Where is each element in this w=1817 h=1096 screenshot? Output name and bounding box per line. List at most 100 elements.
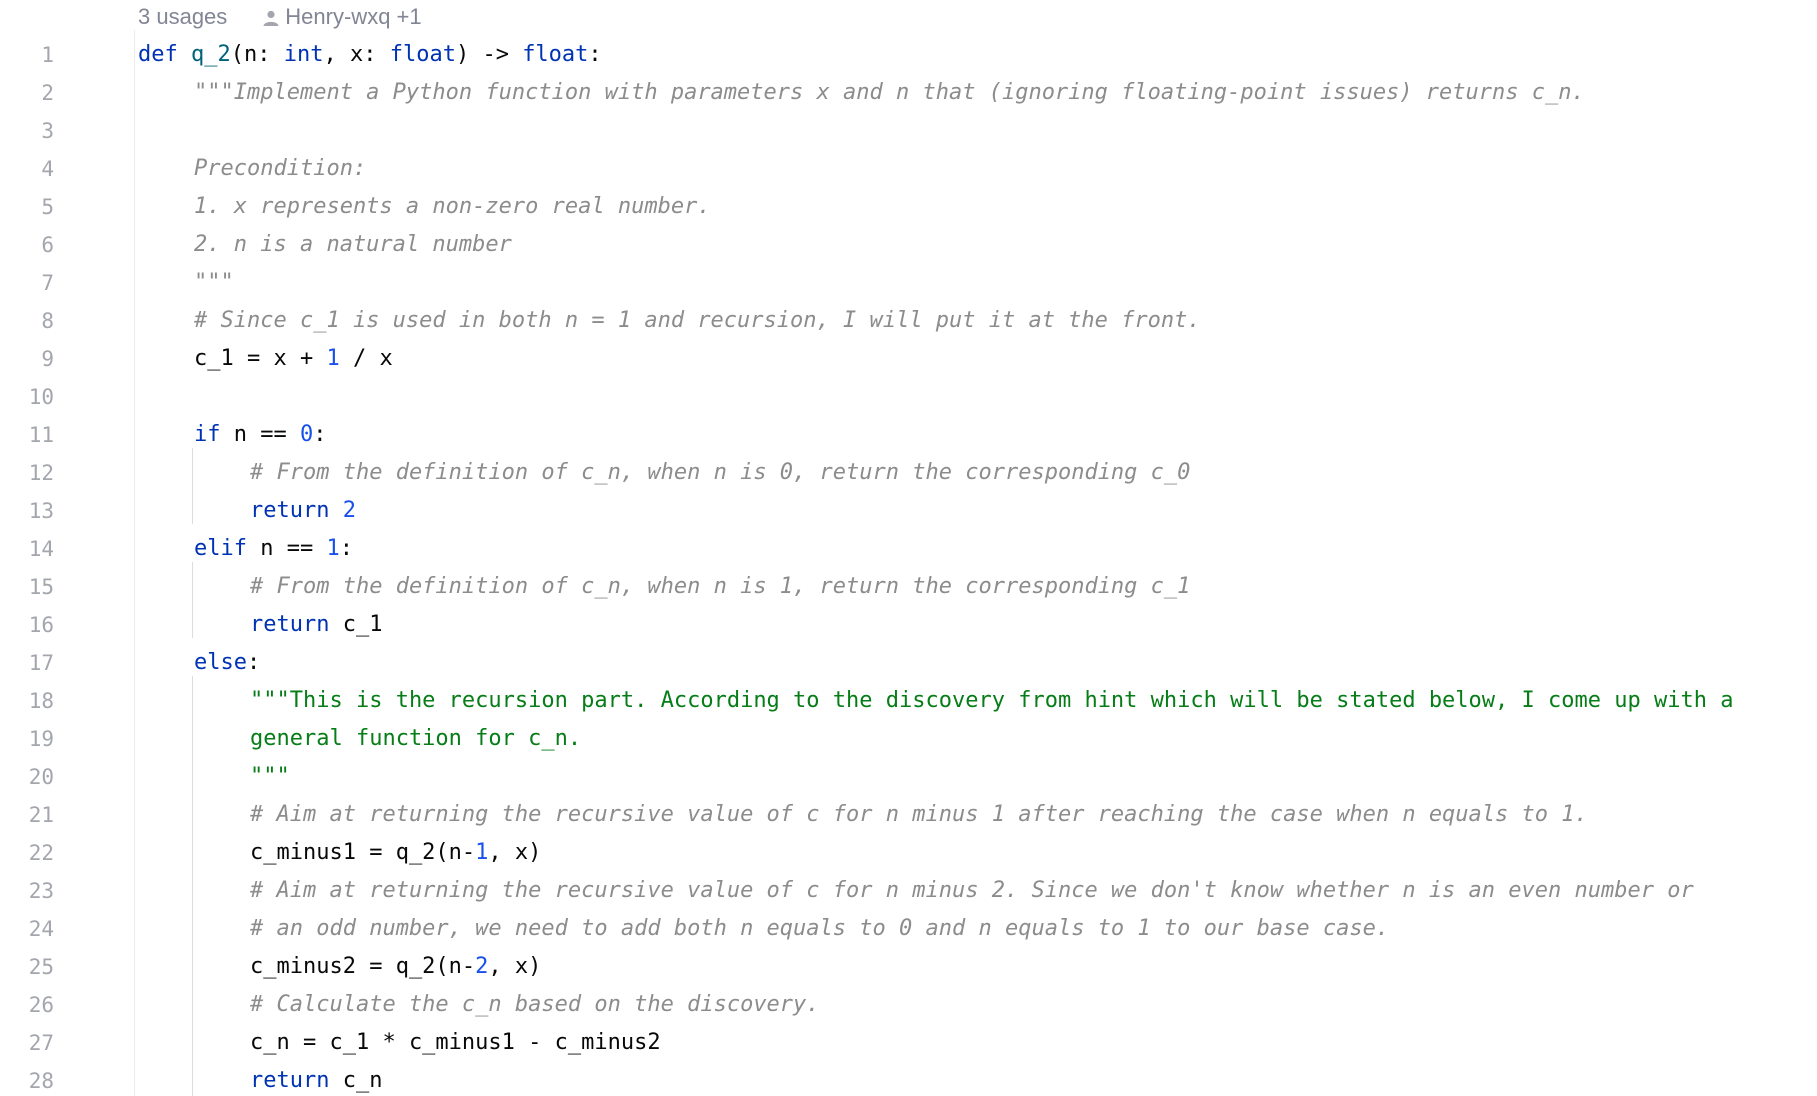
code-text: # From the definition of c_n, when n is … xyxy=(250,568,1190,606)
code-text: 1. x represents a non-zero real number. xyxy=(194,188,711,226)
code-line[interactable]: 5 1. x represents a non-zero real number. xyxy=(0,188,1817,226)
code-token: Precondition: xyxy=(194,156,367,181)
usages-hint[interactable]: 3 usages xyxy=(138,4,227,30)
code-token: c_1 = x + xyxy=(194,346,327,371)
line-number[interactable]: 21 xyxy=(0,796,54,834)
code-token: float xyxy=(522,42,589,67)
code-token: 1. x represents a non-zero real number. xyxy=(194,194,711,219)
code-token: 1 xyxy=(326,346,340,371)
code-token: return xyxy=(250,612,330,637)
code-text: # an odd number, we need to add both n e… xyxy=(250,910,1389,948)
code-line[interactable]: 24 # an odd number, we need to add both n… xyxy=(0,910,1817,948)
line-number[interactable]: 1 xyxy=(0,36,54,74)
code-token: if xyxy=(194,422,221,447)
code-token: float xyxy=(389,42,456,67)
line-number[interactable]: 8 xyxy=(0,302,54,340)
line-number[interactable]: 14 xyxy=(0,530,54,568)
line-number[interactable]: 25 xyxy=(0,948,54,986)
line-number[interactable]: 26 xyxy=(0,986,54,1024)
code-area[interactable]: 1 def q_2(n: int, x: float) -> float: 2 """… xyxy=(0,36,1817,1096)
code-line[interactable]: 20 """ xyxy=(0,758,1817,796)
code-text: # From the definition of c_n, when n is … xyxy=(250,454,1190,492)
code-token: 1 xyxy=(475,840,489,865)
line-number[interactable]: 17 xyxy=(0,644,54,682)
line-number[interactable]: 5 xyxy=(0,188,54,226)
code-line[interactable]: 18 """This is the recursion part. Accordi… xyxy=(0,682,1817,720)
code-token: def xyxy=(138,42,178,67)
code-line[interactable]: 6 2. n is a natural number xyxy=(0,226,1817,264)
code-token: 2 xyxy=(475,954,489,979)
line-number[interactable]: 20 xyxy=(0,758,54,796)
code-text: general function for c_n. xyxy=(250,720,581,758)
code-text: c_n = c_1 * c_minus1 - c_minus2 xyxy=(250,1024,661,1062)
line-number[interactable]: 3 xyxy=(0,112,54,150)
code-line[interactable]: 15 # From the definition of c_n, when n i… xyxy=(0,568,1817,606)
code-text: """ xyxy=(250,758,290,796)
code-text: else: xyxy=(194,644,260,682)
line-number[interactable]: 4 xyxy=(0,150,54,188)
code-token: : xyxy=(588,42,602,67)
code-line[interactable]: 1 def q_2(n: int, x: float) -> float: xyxy=(0,36,1817,74)
code-token: # Calculate the c_n based on the discove… xyxy=(250,992,820,1017)
line-number[interactable]: 10 xyxy=(0,378,54,416)
code-text: # Since c_1 is used in both n = 1 and re… xyxy=(194,302,1201,340)
line-number[interactable]: 9 xyxy=(0,340,54,378)
code-line[interactable]: 26 # Calculate the c_n based on the disco… xyxy=(0,986,1817,1024)
code-line[interactable]: 3 xyxy=(0,112,1817,150)
line-number[interactable]: 12 xyxy=(0,454,54,492)
code-line[interactable]: 11 if n == 0: xyxy=(0,416,1817,454)
code-line[interactable]: 13 return 2 xyxy=(0,492,1817,530)
code-line[interactable]: 21 # Aim at returning the recursive value… xyxy=(0,796,1817,834)
code-line[interactable]: 4 Precondition: xyxy=(0,150,1817,188)
author-hint[interactable]: Henry-wxq +1 xyxy=(285,4,421,30)
code-text: return c_1 xyxy=(250,606,382,644)
line-number[interactable]: 22 xyxy=(0,834,54,872)
code-line[interactable]: 17 else: xyxy=(0,644,1817,682)
code-line[interactable]: 19 general function for c_n. xyxy=(0,720,1817,758)
line-number[interactable]: 19 xyxy=(0,720,54,758)
code-line[interactable]: 7 """ xyxy=(0,264,1817,302)
line-number[interactable]: 7 xyxy=(0,264,54,302)
code-token: : xyxy=(246,650,261,675)
person-icon xyxy=(261,8,281,28)
code-token: , x) xyxy=(488,954,542,979)
code-line[interactable]: 27 c_n = c_1 * c_minus1 - c_minus2 xyxy=(0,1024,1817,1062)
code-line[interactable]: 25 c_minus2 = q_2(n-2, x) xyxy=(0,948,1817,986)
code-line[interactable]: 2 """Implement a Python function with par… xyxy=(0,74,1817,112)
code-token: , x) xyxy=(488,840,542,865)
code-token: (n: xyxy=(230,42,284,67)
code-line[interactable]: 23 # Aim at returning the recursive value… xyxy=(0,872,1817,910)
line-number[interactable]: 27 xyxy=(0,1024,54,1062)
code-line[interactable]: 12 # From the definition of c_n, when n i… xyxy=(0,454,1817,492)
code-line[interactable]: 28 return c_n xyxy=(0,1062,1817,1096)
code-text: def q_2(n: int, x: float) -> float: xyxy=(138,36,602,74)
line-number[interactable]: 6 xyxy=(0,226,54,264)
code-token: 2 xyxy=(342,498,356,523)
code-token: """This is the recursion part. According… xyxy=(250,688,1734,713)
line-number[interactable]: 11 xyxy=(0,416,54,454)
code-line[interactable]: 9 c_1 = x + 1 / x xyxy=(0,340,1817,378)
line-number[interactable]: 24 xyxy=(0,910,54,948)
code-line[interactable]: 10 xyxy=(0,378,1817,416)
line-number[interactable]: 16 xyxy=(0,606,54,644)
code-token: # From the definition of c_n, when n is … xyxy=(250,574,1191,599)
line-number[interactable]: 28 xyxy=(0,1062,54,1096)
line-number[interactable]: 2 xyxy=(0,74,54,112)
code-line[interactable]: 14 elif n == 1: xyxy=(0,530,1817,568)
line-number[interactable]: 23 xyxy=(0,872,54,910)
line-number[interactable]: 13 xyxy=(0,492,54,530)
code-text: """Implement a Python function with para… xyxy=(194,74,1585,112)
line-number[interactable]: 15 xyxy=(0,568,54,606)
code-token: return xyxy=(250,498,330,523)
code-line[interactable]: 22 c_minus1 = q_2(n-1, x) xyxy=(0,834,1817,872)
code-editor[interactable]: 3 usages Henry-wxq +1 1 def q_2(n: int, x… xyxy=(0,0,1817,1096)
code-token: else xyxy=(194,650,247,675)
line-number[interactable]: 18 xyxy=(0,682,54,720)
code-line[interactable]: 8 # Since c_1 is used in both n = 1 and r… xyxy=(0,302,1817,340)
code-token: # From the definition of c_n, when n is … xyxy=(250,460,1191,485)
code-text: return c_n xyxy=(250,1062,382,1096)
code-token: q_2 xyxy=(191,42,231,67)
code-line[interactable]: 16 return c_1 xyxy=(0,606,1817,644)
